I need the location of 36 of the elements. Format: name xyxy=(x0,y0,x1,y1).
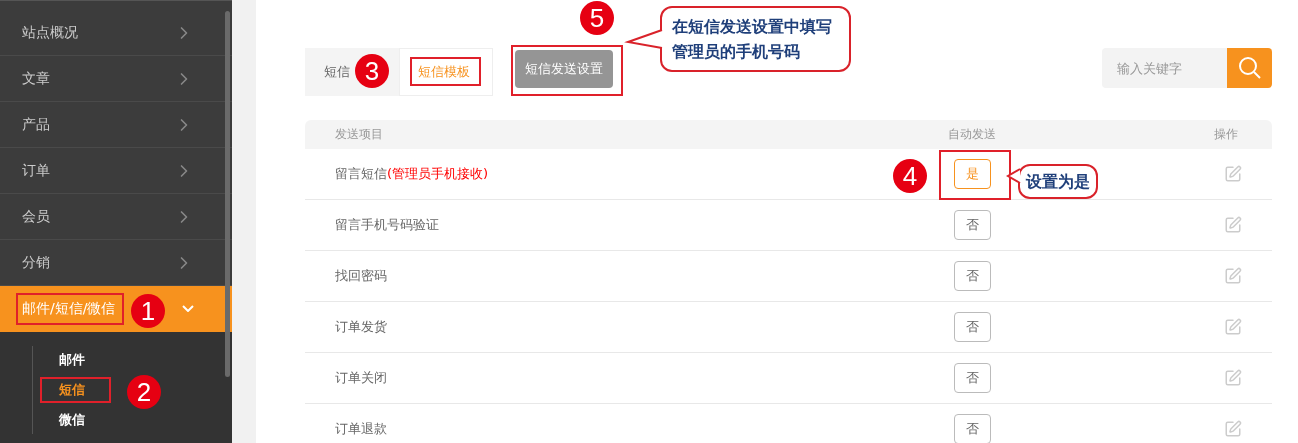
table-cell: 订单关闭 xyxy=(335,369,387,387)
search-field[interactable]: 输入关键字 xyxy=(1102,48,1227,88)
auto-send-toggle[interactable]: 否 xyxy=(953,414,991,443)
highlight-frame xyxy=(939,150,1011,200)
column-header: 自动发送 xyxy=(948,126,996,143)
auto-send-toggle[interactable]: 否 xyxy=(953,312,991,342)
table-cell: 留言手机号码验证 xyxy=(335,216,439,234)
submenu-item[interactable]: 邮件 xyxy=(33,350,85,370)
edit-icon[interactable] xyxy=(1224,216,1242,234)
highlight-frame xyxy=(410,57,481,86)
table-cell: 找回密码 xyxy=(335,267,387,285)
auto-send-toggle[interactable]: 否 xyxy=(953,261,991,291)
search-button[interactable] xyxy=(1227,48,1272,88)
callout: 设置为是 xyxy=(1018,164,1098,199)
callout: 在短信发送设置中填写管理员的手机号码 xyxy=(660,6,851,72)
auto-send-toggle[interactable]: 否 xyxy=(953,363,991,393)
callout-pointer xyxy=(626,28,662,50)
edit-icon[interactable] xyxy=(1224,165,1242,183)
edit-icon[interactable] xyxy=(1224,369,1242,387)
edit-icon[interactable] xyxy=(1224,318,1242,336)
scrollbar-thumb[interactable] xyxy=(225,11,230,377)
auto-send-toggle[interactable]: 否 xyxy=(953,210,991,240)
search-icon xyxy=(1237,56,1262,80)
chevron-down-icon xyxy=(182,305,194,312)
highlight-frame xyxy=(40,377,111,403)
edit-icon[interactable] xyxy=(1224,267,1242,285)
column-header: 发送项目 xyxy=(335,126,383,143)
table-cell: 订单退款 xyxy=(335,420,387,438)
callout-pointer xyxy=(1007,168,1020,184)
table-cell: 订单发货 xyxy=(335,318,387,336)
submenu-item[interactable]: 短信 xyxy=(33,380,85,400)
table-cell: 留言短信(管理员手机接收) xyxy=(335,165,489,183)
step-marker: 5 xyxy=(580,1,614,35)
column-header: 操作 xyxy=(1214,126,1238,143)
submenu-item[interactable]: 微信 xyxy=(33,410,85,430)
edit-icon[interactable] xyxy=(1224,420,1242,438)
